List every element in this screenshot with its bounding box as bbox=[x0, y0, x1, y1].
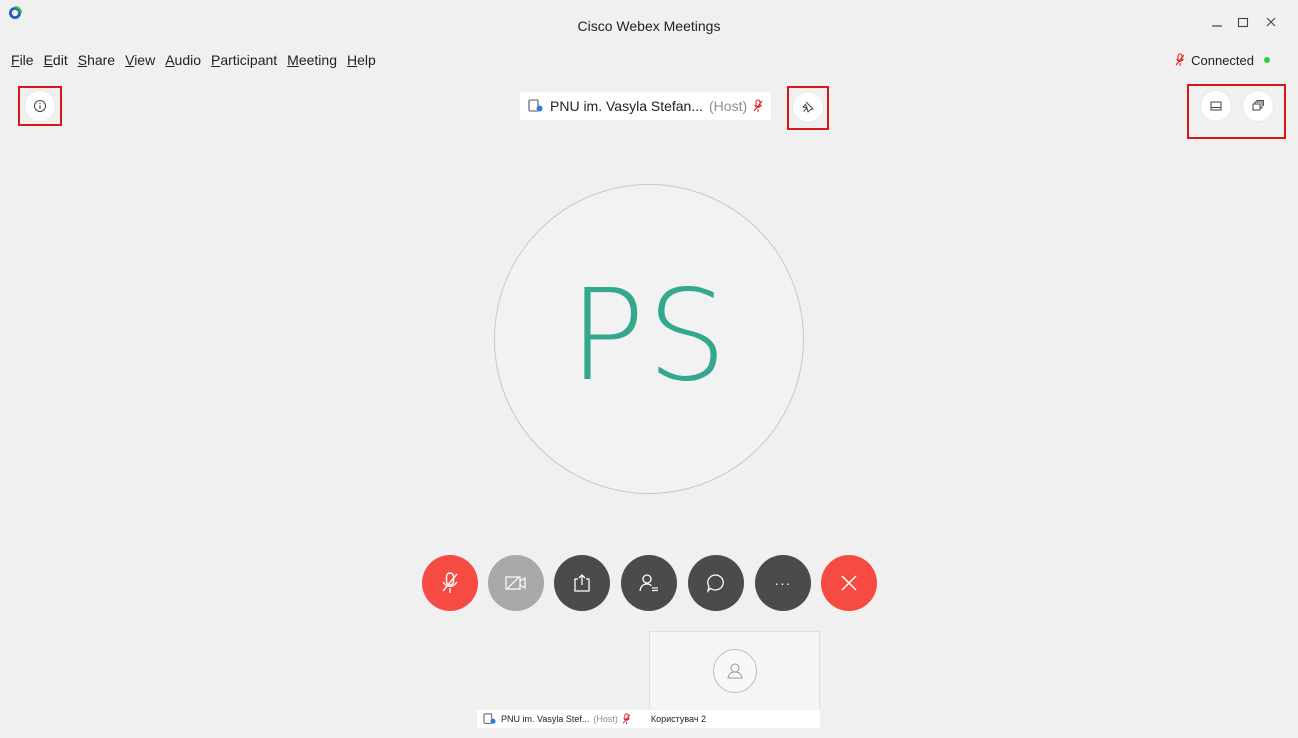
info-icon bbox=[34, 100, 46, 112]
mic-muted-icon bbox=[442, 572, 458, 593]
menu-participant[interactable]: Participant bbox=[206, 50, 282, 70]
close-icon bbox=[1266, 17, 1276, 27]
maximize-button[interactable] bbox=[1228, 10, 1258, 34]
menu-edit[interactable]: Edit bbox=[39, 50, 73, 70]
participant-strip: PNU im. Vasyla Stef... (Host) Користувач… bbox=[477, 710, 820, 728]
pin-speaker-button[interactable] bbox=[792, 91, 824, 123]
more-options-icon: ··· bbox=[774, 575, 792, 591]
self-avatar bbox=[713, 649, 757, 693]
pop-out-button[interactable] bbox=[1242, 90, 1274, 122]
layout-button[interactable] bbox=[1200, 90, 1232, 122]
avatar-initials: PS bbox=[569, 261, 729, 409]
title-bar: Cisco Webex Meetings bbox=[0, 0, 1298, 46]
share-icon bbox=[574, 574, 590, 592]
chat-button[interactable] bbox=[688, 555, 744, 611]
pin-icon bbox=[802, 101, 814, 113]
leave-meeting-button[interactable] bbox=[821, 555, 877, 611]
menu-view[interactable]: View bbox=[120, 50, 160, 70]
participants-button[interactable] bbox=[621, 555, 677, 611]
connection-status-text: Connected bbox=[1191, 52, 1254, 68]
menu-file[interactable]: File bbox=[6, 50, 39, 70]
minimize-icon bbox=[1212, 25, 1222, 27]
active-speaker-name: PNU im. Vasyla Stefan... bbox=[550, 98, 704, 114]
host-device-icon bbox=[483, 713, 496, 724]
meeting-info-button[interactable] bbox=[24, 90, 56, 122]
video-off-icon bbox=[505, 576, 526, 590]
multi-window-icon bbox=[1252, 100, 1264, 111]
bottom-margin bbox=[0, 728, 1298, 738]
mic-muted-icon bbox=[622, 713, 631, 725]
participants-icon bbox=[639, 574, 658, 592]
host-device-icon bbox=[528, 99, 543, 112]
menu-help[interactable]: Help bbox=[342, 50, 381, 70]
video-button[interactable] bbox=[488, 555, 544, 611]
host-thumbnail-role: (Host) bbox=[593, 714, 618, 724]
mic-muted-icon bbox=[1175, 53, 1185, 66]
close-icon bbox=[841, 575, 857, 591]
window-title: Cisco Webex Meetings bbox=[577, 18, 721, 34]
maximize-icon bbox=[1237, 17, 1249, 28]
menu-share[interactable]: Share bbox=[73, 50, 120, 70]
active-speaker-tag: PNU im. Vasyla Stefan... (Host) bbox=[520, 92, 772, 120]
self-thumbnail-name: Користувач 2 bbox=[650, 714, 707, 724]
active-speaker-role: (Host) bbox=[709, 98, 748, 114]
person-icon bbox=[727, 663, 743, 679]
layout-icon bbox=[1210, 101, 1222, 111]
close-window-button[interactable] bbox=[1256, 10, 1286, 34]
connection-status[interactable]: Connected bbox=[1175, 50, 1270, 70]
chat-icon bbox=[706, 574, 724, 594]
mute-button[interactable] bbox=[422, 555, 478, 611]
connection-status-dot bbox=[1264, 57, 1270, 63]
more-options-button[interactable]: ··· bbox=[755, 555, 811, 611]
share-button[interactable] bbox=[554, 555, 610, 611]
active-speaker-avatar: PS bbox=[494, 184, 804, 494]
host-thumbnail-name: PNU im. Vasyla Stef... bbox=[501, 714, 590, 724]
menu-meeting[interactable]: Meeting bbox=[282, 50, 342, 70]
self-view-thumbnail[interactable] bbox=[649, 631, 820, 711]
mic-muted-icon bbox=[753, 99, 763, 112]
menu-bar: File Edit Share View Audio Participant M… bbox=[6, 50, 381, 70]
menu-audio[interactable]: Audio bbox=[160, 50, 206, 70]
